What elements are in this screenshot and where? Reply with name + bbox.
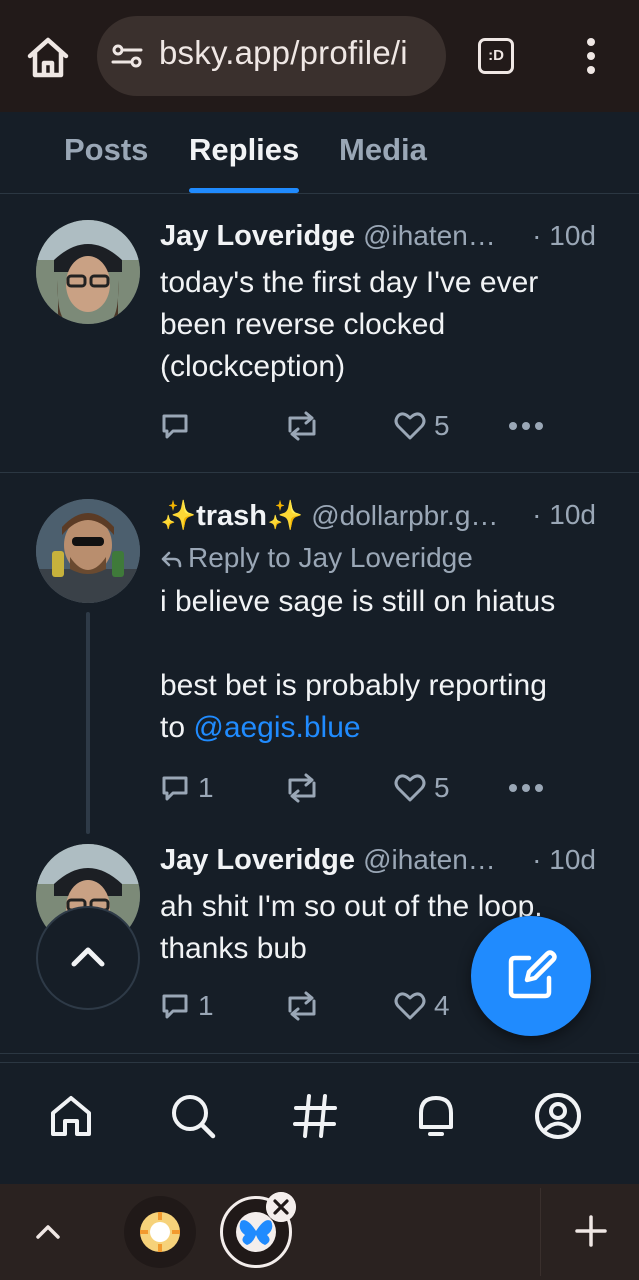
repost-icon <box>288 991 316 1021</box>
home-icon[interactable] <box>46 1091 96 1141</box>
heart-icon <box>394 774 426 802</box>
reply-to-text[interactable]: Reply to Jay Loveridge <box>188 542 473 573</box>
post-text: today's the first day I've ever been rev… <box>160 266 539 383</box>
strip-divider <box>540 1188 541 1276</box>
feed-post[interactable]: ✨trash✨ @dollarpbr.g… · 10d Reply to Jay… <box>0 473 639 833</box>
post-age[interactable]: · 10d <box>532 844 596 876</box>
like-button[interactable]: 5 <box>394 770 450 806</box>
thread-connector <box>86 612 90 834</box>
browser-toolbar: bsky.app/profile/i :D <box>0 0 639 112</box>
divider <box>0 1053 639 1054</box>
mention-link[interactable]: @aegis.blue <box>193 711 360 744</box>
heart-icon <box>394 992 426 1020</box>
search-icon[interactable] <box>168 1091 218 1141</box>
reply-bubble-icon <box>162 776 188 801</box>
like-count: 5 <box>434 772 450 803</box>
scroll-to-top-button[interactable] <box>36 906 140 1010</box>
more-vertical-icon[interactable] <box>576 36 606 76</box>
address-bar[interactable]: bsky.app/profile/i <box>97 16 446 96</box>
compose-post-button[interactable] <box>471 916 591 1036</box>
compose-edit-icon <box>508 950 557 999</box>
reply-bubble-icon <box>162 994 188 1019</box>
close-icon[interactable] <box>266 1192 296 1222</box>
post-actions: 1 5 <box>160 770 560 806</box>
post-header: Jay Loveridge @ihaten… · 10d <box>160 220 600 260</box>
profile-icon[interactable] <box>533 1091 583 1141</box>
sun-favicon-icon <box>140 1212 180 1252</box>
ellipsis-icon <box>509 422 543 430</box>
tab-posts[interactable]: Posts <box>64 132 148 168</box>
avatar[interactable] <box>36 499 140 603</box>
author-handle[interactable]: @dollarpbr.g… <box>311 500 498 531</box>
post-age[interactable]: · 10d <box>532 499 596 531</box>
author-name[interactable]: Jay Loveridge <box>160 220 355 252</box>
repost-icon <box>288 773 316 803</box>
plus-icon[interactable] <box>574 1214 608 1248</box>
like-button[interactable]: 4 <box>394 988 450 1024</box>
reply-button[interactable]: 1 <box>160 988 214 1024</box>
author-name[interactable]: ✨trash✨ <box>160 500 303 532</box>
site-settings-icon[interactable] <box>111 42 143 70</box>
extension-icon[interactable]: :D <box>478 38 514 74</box>
active-tab-indicator <box>189 188 299 193</box>
browser-tab[interactable] <box>124 1196 196 1268</box>
reply-to-indicator[interactable]: Reply to Jay Loveridge <box>160 542 473 574</box>
reply-count: 1 <box>198 772 214 803</box>
author-name[interactable]: Jay Loveridge <box>160 844 355 876</box>
heart-icon <box>394 412 426 440</box>
browser-tab-strip <box>0 1184 639 1280</box>
repost-button[interactable] <box>282 988 330 1024</box>
author-handle[interactable]: @ihaten… <box>363 844 496 875</box>
feeds-hash-icon[interactable] <box>290 1091 340 1141</box>
feed-post[interactable]: Jay Loveridge @ihaten… · 10d today's the… <box>0 194 639 472</box>
post-actions: 5 <box>160 408 560 444</box>
repost-button[interactable] <box>282 408 330 444</box>
notifications-bell-icon[interactable] <box>411 1091 461 1141</box>
reply-button[interactable]: 1 <box>160 770 214 806</box>
like-button[interactable]: 5 <box>394 408 450 444</box>
more-options-button[interactable] <box>508 770 544 806</box>
post-age[interactable]: · 10d <box>532 220 596 252</box>
author-handle[interactable]: @ihaten… <box>363 220 496 251</box>
post-text: i believe sage is still on hiatus best b… <box>160 581 610 749</box>
more-options-button[interactable] <box>508 408 544 444</box>
repost-icon <box>288 411 316 441</box>
reply-bubble-icon <box>162 414 188 439</box>
reply-button[interactable] <box>160 408 198 444</box>
like-count: 4 <box>434 990 450 1021</box>
home-icon[interactable] <box>22 32 74 84</box>
url-text[interactable]: bsky.app/profile/i <box>159 34 408 72</box>
chevron-up-icon[interactable] <box>32 1216 64 1248</box>
tab-replies[interactable]: Replies <box>189 132 299 168</box>
tab-media[interactable]: Media <box>339 132 427 168</box>
reply-arrow-icon <box>161 551 182 567</box>
like-count: 5 <box>434 410 450 441</box>
ellipsis-icon <box>509 784 543 792</box>
post-header: Jay Loveridge @ihaten… · 10d <box>160 844 600 884</box>
profile-tabs: Posts Replies Media <box>0 112 639 194</box>
reply-count: 1 <box>198 990 214 1021</box>
post-header: ✨trash✨ @dollarpbr.g… · 10d <box>160 499 600 539</box>
bottom-navigation <box>0 1062 639 1184</box>
avatar[interactable] <box>36 220 140 324</box>
repost-button[interactable] <box>282 770 330 806</box>
chevron-up-icon <box>71 947 105 967</box>
